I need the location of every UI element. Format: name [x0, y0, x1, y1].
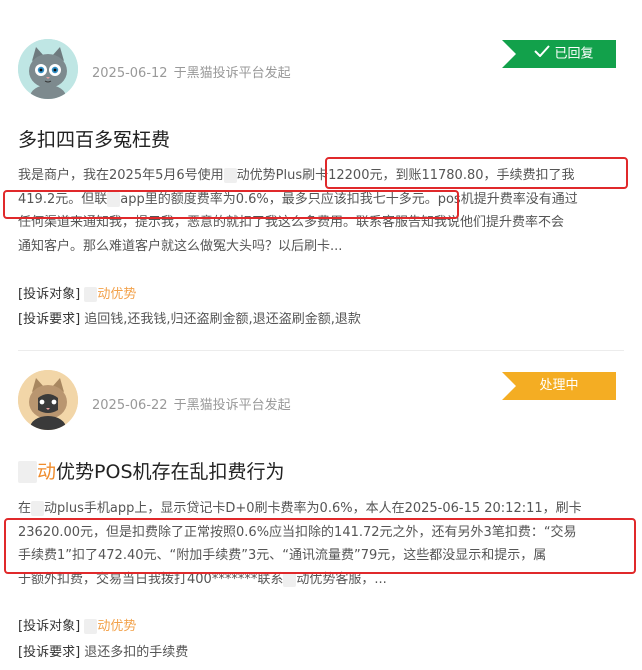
redaction-mask: 联 — [31, 501, 45, 516]
complaint-demand: [投诉要求] 退还多扣的手续费 — [18, 645, 189, 660]
complaint-target: [投诉对象] 联动优势 — [18, 619, 137, 634]
body-line: 通知客户。那么难道客户就这么做冤大头吗？以后刷卡... — [18, 238, 343, 254]
cat-avatar-icon — [18, 39, 78, 99]
highlight-box — [3, 190, 459, 219]
status-badge: 已回复 — [502, 40, 616, 68]
status-label: 已回复 — [554, 46, 594, 62]
complaint-title[interactable]: 多扣四百多冤枉费 — [18, 125, 170, 152]
redaction-mask: 联 — [283, 571, 297, 587]
complaint-card[interactable]: 2025-06-22于黑猫投诉平台发起 处理中 联动优势POS机存在乱扣费行为 … — [0, 351, 642, 670]
complaint-target: [投诉对象] 联动优势 — [18, 287, 137, 302]
complaint-platform: 于黑猫投诉平台发起 — [173, 398, 291, 413]
check-icon — [534, 40, 551, 68]
complaint-date: 2025-06-12 — [92, 66, 168, 81]
cat-avatar-icon — [18, 370, 78, 430]
complaint-card[interactable]: 2025-06-12 于黑猫投诉平台发起 已回复 多扣四百多冤枉费 我是商户，我在… — [0, 0, 642, 350]
complaint-meta: 2025-06-12 于黑猫投诉平台发起 — [92, 62, 291, 81]
complaint-title[interactable]: 联动优势POS机存在乱扣费行为 — [18, 457, 285, 484]
complaint-platform: 于黑猫投诉平台发起 — [173, 66, 291, 81]
status-label: 处理中 — [539, 378, 579, 393]
highlight-box — [325, 157, 628, 189]
redaction-mask: 联 — [84, 619, 98, 634]
highlight-box — [4, 518, 636, 574]
status-badge: 处理中 — [502, 372, 616, 400]
redaction-mask: 联 — [84, 287, 98, 302]
complaint-date: 2025-06-22 — [92, 398, 168, 413]
complaint-meta: 2025-06-22 于黑猫投诉平台发起 — [92, 394, 291, 413]
redaction-mask: 联 — [18, 461, 38, 483]
complaint-demand: [投诉要求] 追回钱,还我钱,归还盗刷金额,退还盗刷金额,退款 — [18, 312, 361, 327]
redaction-mask: 联 — [223, 168, 237, 183]
